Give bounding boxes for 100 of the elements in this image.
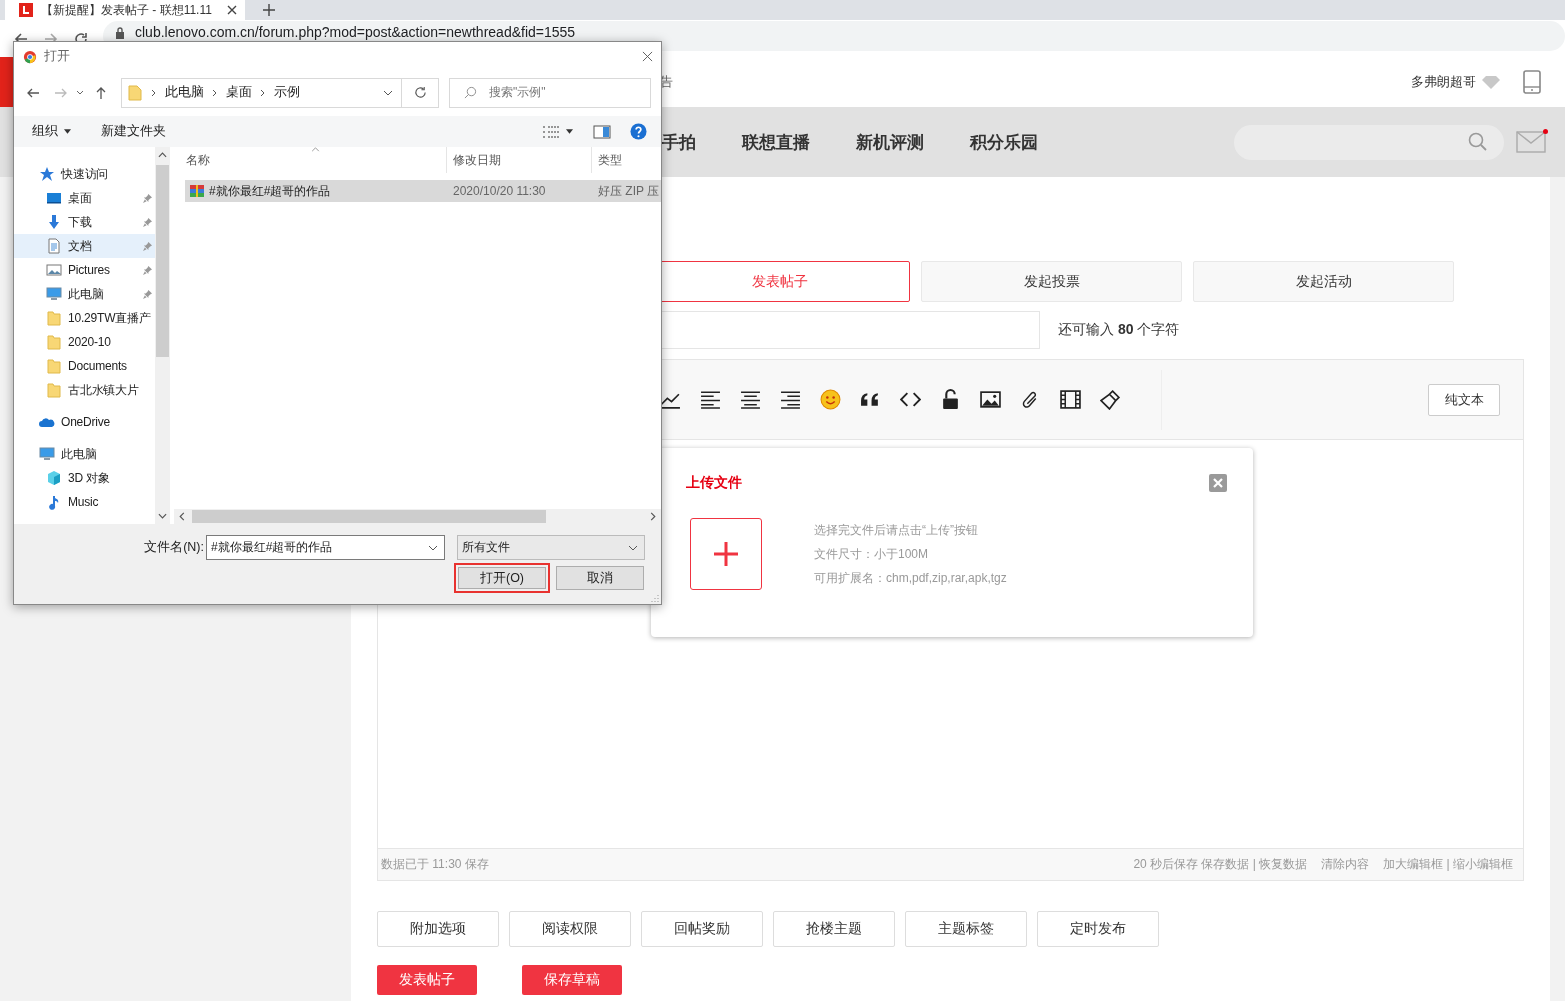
scroll-left-icon[interactable] (179, 512, 185, 521)
align-right-icon[interactable] (780, 389, 801, 410)
add-file-button[interactable] (690, 518, 762, 590)
close-icon[interactable] (227, 5, 237, 15)
preview-pane-icon[interactable] (593, 124, 611, 139)
nav-link[interactable]: 手拍 (662, 130, 696, 154)
help-icon[interactable] (630, 123, 647, 140)
popup-title: 上传文件 (686, 474, 742, 492)
filename-field[interactable]: #就你最红#超哥的作品 (206, 535, 445, 560)
browser-logo-icon (23, 49, 37, 64)
post-type-tab[interactable]: 发起投票 (921, 261, 1182, 302)
breadcrumb-item[interactable]: 桌面 (226, 84, 252, 101)
view-options-icon[interactable] (542, 124, 560, 139)
breadcrumb-item[interactable]: 示例 (274, 84, 300, 101)
browser-tab[interactable]: 【新提醒】发表帖子 - 联想11.11 (5, 0, 245, 20)
refresh-icon[interactable] (413, 86, 427, 99)
upload-hint: 可用扩展名：chm,pdf,zip,rar,apk,tgz (814, 569, 1007, 587)
file-row[interactable]: #就你最红#超哥的作品 2020/10/20 11:30 好压 ZIP 压 (185, 180, 661, 202)
column-header[interactable]: 类型 (591, 147, 661, 173)
post-type-tab[interactable]: 发起活动 (1193, 261, 1454, 302)
chevron-down-icon[interactable] (428, 544, 438, 551)
favicon-icon (19, 3, 33, 17)
username[interactable]: 多弗朗超哥 (1411, 73, 1476, 91)
breadcrumb-item[interactable]: 此电脑 (165, 84, 204, 101)
scroll-down-icon[interactable] (158, 513, 167, 519)
nav-tree-item[interactable]: Documents (14, 354, 155, 378)
new-tab-icon[interactable] (263, 4, 275, 16)
desktop-icon (46, 190, 62, 206)
chevron-down-icon[interactable] (76, 89, 84, 96)
option-button[interactable]: 附加选项 (377, 911, 499, 947)
column-header[interactable]: 修改日期 (446, 147, 591, 173)
path-bar[interactable]: 此电脑 桌面 示例 (121, 77, 439, 108)
chevron-right-icon (151, 88, 157, 97)
option-button[interactable]: 主题标签 (905, 911, 1027, 947)
nav-tree-item[interactable]: 文档 (14, 234, 155, 258)
lock-icon (115, 27, 125, 39)
header-link[interactable]: 告 (660, 73, 673, 91)
dialog-button[interactable]: 打开(O) (454, 563, 550, 593)
vertical-scrollbar[interactable] (155, 147, 170, 524)
upload-hint: 选择完文件后请点击“上传”按钮 (814, 521, 979, 539)
file-type: 好压 ZIP 压 (598, 182, 661, 200)
organize-menu[interactable]: 组织 (32, 123, 58, 140)
scroll-right-icon[interactable] (650, 512, 656, 521)
smiley-icon[interactable] (820, 389, 841, 410)
search-field[interactable]: 搜索"示例" (449, 77, 651, 108)
folder-icon (127, 84, 143, 101)
nav-tree-item[interactable]: Music (14, 490, 155, 514)
character-counter: 还可输入 80 个字符 (1058, 321, 1180, 339)
brush-icon[interactable] (1100, 389, 1121, 410)
submit-button[interactable]: 保存草稿 (522, 965, 622, 995)
tab-title: 【新提醒】发表帖子 - 联想11.11 (41, 1, 213, 19)
chevron-down-icon[interactable] (383, 89, 393, 96)
close-icon[interactable] (642, 51, 653, 62)
logo-block (0, 57, 13, 107)
nav-link[interactable]: 新机评测 (856, 130, 924, 154)
nav-tree-item[interactable]: 下载 (14, 210, 155, 234)
option-button[interactable]: 抢楼主题 (773, 911, 895, 947)
resize-grip-icon[interactable] (651, 594, 659, 602)
scroll-up-icon[interactable] (158, 152, 167, 158)
align-center-icon[interactable] (740, 389, 761, 410)
nav-tree-item[interactable]: 快速访问 (14, 162, 155, 186)
plain-text-button[interactable]: 纯文本 (1428, 383, 1500, 416)
folder-icon (46, 358, 62, 374)
image-icon[interactable] (980, 389, 1001, 410)
caret-icon[interactable] (566, 129, 573, 134)
folder-icon (46, 382, 62, 398)
file-date: 2020/10/20 11:30 (452, 184, 547, 198)
monitor-icon (39, 446, 55, 462)
nav-tree-item[interactable]: 此电脑 (14, 282, 155, 306)
nav-tree-item[interactable]: OneDrive (14, 410, 155, 434)
column-header[interactable]: 名称 (174, 147, 446, 173)
option-button[interactable]: 定时发布 (1037, 911, 1159, 947)
align-left-icon[interactable] (700, 389, 721, 410)
nav-link[interactable]: 联想直播 (742, 130, 810, 154)
dialog-title: 打开 (44, 48, 70, 65)
option-button[interactable]: 阅读权限 (509, 911, 631, 947)
caret-icon (64, 129, 71, 134)
horizontal-scrollbar[interactable] (174, 509, 661, 524)
nav-tree-item[interactable]: 10.29TW直播产 (14, 306, 155, 330)
unlock-icon[interactable] (940, 389, 961, 410)
submit-button[interactable]: 发表帖子 (377, 965, 477, 995)
monitor-icon (46, 286, 62, 302)
site-search-field[interactable] (1234, 124, 1504, 160)
nav-tree-item[interactable]: 古北水镇大片 (14, 378, 155, 402)
nav-link[interactable]: 积分乐园 (970, 130, 1038, 154)
chevron-right-icon (212, 88, 218, 97)
phone-icon[interactable] (1523, 70, 1541, 94)
option-button[interactable]: 回帖奖励 (641, 911, 763, 947)
nav-tree-item[interactable]: 3D 对象 (14, 466, 155, 490)
nav-tree-item[interactable]: 桌面 (14, 186, 155, 210)
dialog-button[interactable]: 取消 (556, 566, 644, 590)
file-type-select[interactable]: 所有文件 (457, 535, 645, 560)
sort-caret-icon (311, 147, 320, 152)
chevron-down-icon (628, 544, 638, 551)
up-arrow-icon[interactable] (94, 85, 108, 100)
nav-tree-item[interactable]: Pictures (14, 258, 155, 282)
nav-tree-item[interactable]: 2020-10 (14, 330, 155, 354)
film-icon[interactable] (1060, 389, 1081, 410)
new-folder-button[interactable]: 新建文件夹 (101, 123, 166, 140)
nav-tree-item[interactable]: 此电脑 (14, 442, 155, 466)
